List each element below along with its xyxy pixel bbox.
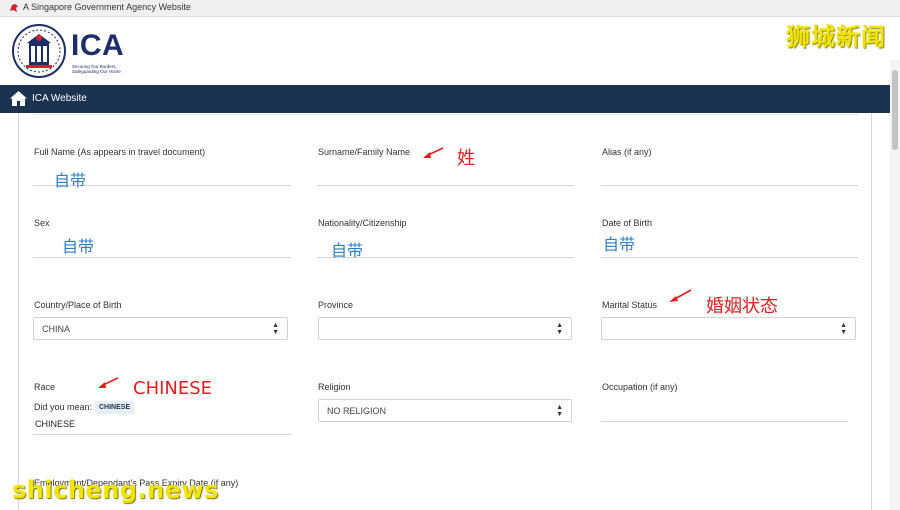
ica-logo-text[interactable]: ICA [71, 29, 124, 63]
race-suggestion-chip[interactable]: CHINESE [95, 401, 135, 414]
annotation-dob: 自带 [603, 235, 636, 254]
alias-label: Alias (if any) [602, 147, 652, 157]
select-caret-icon: ▲ ▼ [556, 322, 563, 336]
race-underline [33, 434, 291, 435]
red-arrow-icon [98, 377, 119, 388]
divider [33, 114, 859, 115]
watermark-top: 狮城新闻 [786, 23, 886, 51]
scrollbar-thumb[interactable] [892, 70, 898, 150]
home-icon[interactable] [9, 90, 28, 107]
lion-head-icon [10, 4, 18, 12]
country-birth-label: Country/Place of Birth [34, 300, 122, 310]
gov-banner: A Singapore Government Agency Website [0, 0, 900, 17]
page-scrollbar[interactable] [890, 60, 900, 510]
sex-underline [33, 257, 291, 258]
red-arrow-icon [669, 289, 692, 302]
religion-select[interactable]: NO RELIGION ▲ ▼ [318, 399, 572, 422]
marital-select[interactable]: ▲ ▼ [601, 317, 856, 340]
ica-logo-tagline: Securing Our Borders, Safeguarding Our H… [72, 64, 121, 74]
marital-label: Marital Status [602, 300, 658, 310]
race-input[interactable]: CHINESE [35, 419, 75, 429]
dob-label: Date of Birth [602, 218, 653, 228]
religion-value: NO RELIGION [327, 406, 387, 416]
occupation-label: Occupation (if any) [602, 382, 678, 392]
nationality-label: Nationality/Citizenship [318, 218, 407, 228]
race-label: Race [34, 382, 56, 392]
watermark-bottom: shicheng.news [12, 476, 219, 504]
full-name-label: Full Name (As appears in travel document… [34, 147, 206, 157]
annotation-marital: 婚姻状态 [706, 296, 778, 317]
country-birth-value: CHINA [42, 324, 71, 334]
ica-crest-icon[interactable] [11, 23, 67, 79]
annotation-sex: 自带 [62, 237, 95, 256]
select-caret-icon: ▲ ▼ [272, 322, 279, 336]
select-caret-icon: ▲ ▼ [840, 322, 847, 336]
annotation-surname: 姓 [457, 148, 475, 169]
sex-label: Sex [34, 218, 50, 228]
nav-bar: ICA Website [0, 85, 890, 113]
select-caret-icon: ▲ ▼ [556, 404, 563, 418]
alias-underline [601, 185, 858, 186]
annotation-nationality: 自带 [331, 241, 364, 260]
annotation-race: CHINESE [133, 378, 213, 399]
religion-label: Religion [318, 382, 351, 392]
occupation-underline [601, 421, 848, 422]
race-suggest-prefix: Did you mean: [34, 402, 93, 412]
gov-banner-text: A Singapore Government Agency Website [23, 2, 191, 12]
surname-label: Surname/Family Name [318, 147, 411, 157]
country-birth-select[interactable]: CHINA ▲ ▼ [33, 317, 288, 340]
red-arrow-icon [423, 147, 444, 158]
annotation-full-name: 自带 [54, 171, 87, 190]
nav-home-link[interactable]: ICA Website [32, 93, 87, 104]
surname-underline [317, 185, 574, 186]
province-label: Province [318, 300, 354, 310]
province-select[interactable]: ▲ ▼ [318, 317, 572, 340]
dob-underline [601, 257, 858, 258]
site-header: ICA Securing Our Borders, Safeguarding O… [0, 17, 900, 85]
